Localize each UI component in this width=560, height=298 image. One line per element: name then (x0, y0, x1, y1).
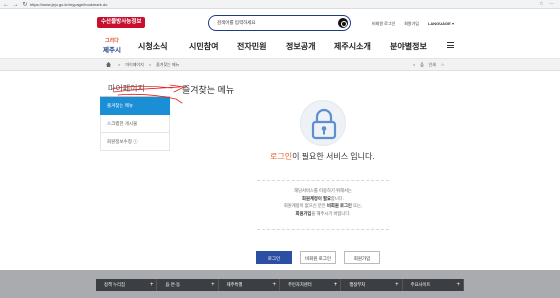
browser-nav-icons[interactable]: ← → ↻ (0, 1, 30, 8)
sidebar-item-edit-profile[interactable]: 회원정보수정 ⓘ (100, 133, 170, 151)
signup-button[interactable]: 회원가입 (344, 251, 380, 264)
browser-toolbar: ← → ↻ https://www.jeju.go.kr/mypage/book… (0, 0, 560, 9)
info-line-3: 회원계정이 없으신 분은 비회원 로그인 또는, (257, 202, 389, 210)
menu-sector-info[interactable]: 분야별정보 (390, 41, 427, 52)
footer-link-ministries[interactable]: 행정부처 + (341, 279, 403, 291)
footer: 정책 누리집 + 읍·면·동 + 제주특별 + 주민자치센터 + 행정부처 + 주요사이트… (0, 270, 560, 298)
breadcrumb: > 마이페이지 > 즐겨찾는 메뉴 < ⎙ 인쇄 ☆ (0, 59, 560, 71)
sidebar-item-scraps[interactable]: 스크랩한 게시물 (100, 115, 170, 133)
info-line-2-suffix: 합니다. (330, 195, 344, 201)
plus-icon: + (211, 282, 215, 288)
info-line-4-a: 회원가입 (295, 210, 312, 216)
login-required-message: 로그인이 필요한 서비스 입니다. (270, 151, 375, 162)
site-logo[interactable]: 그리다 제주시 (101, 37, 123, 56)
footer-link-label: 주요사이트 (410, 282, 431, 287)
footer-link-towns[interactable]: 읍·면·동 + (157, 279, 219, 291)
footer-link-label: 행정부처 (349, 282, 366, 287)
print-icon[interactable]: ⎙ (420, 62, 423, 68)
footer-link-policy[interactable]: 정책 누리집 + (96, 279, 158, 291)
breadcrumb-bookmark[interactable]: 즐겨찾는 메뉴 (156, 62, 179, 68)
logo-line2: 제주시 (103, 47, 121, 54)
login-required-rest: 이 필요한 서비스 입니다. (292, 152, 375, 161)
main-navigation: 그리다 제주시 시청소식 시민참여 전자민원 정보공개 제주시소개 분야별정보 (0, 37, 560, 59)
info-line-3-a: 회원계정이 없으신 분은 (283, 203, 327, 208)
guest-login-link[interactable]: 비회원 로그인 (372, 21, 395, 27)
utility-links: 비회원 로그인 회원가입 LANGUAGE ▾ (372, 21, 454, 27)
info-line-3-b: 비회원 로그인 (326, 203, 352, 208)
login-button[interactable]: 로그인 (256, 251, 292, 264)
print-label[interactable]: 인쇄 (429, 62, 436, 68)
language-select[interactable]: LANGUAGE ▾ (428, 21, 454, 27)
address-bar[interactable]: https://www.jeju.go.kr/mypage/bookmark.d… (30, 1, 539, 8)
page-title: 즐겨찾는 메뉴 (182, 85, 235, 95)
plus-icon: + (272, 282, 276, 288)
sidebar: 즐겨찾는 메뉴 스크랩한 게시물 회원정보수정 ⓘ (100, 96, 170, 151)
share-icon[interactable]: < (413, 62, 415, 68)
breadcrumb-mypage[interactable]: 마이페이지 (125, 62, 143, 68)
menu-information[interactable]: 정보공개 (286, 41, 315, 52)
search-icon[interactable] (338, 18, 348, 28)
bookmark-star-icon[interactable]: ☆ (441, 62, 445, 68)
page-tools: < ⎙ 인쇄 ☆ (413, 62, 445, 68)
plus-icon: + (456, 282, 460, 288)
guest-login-button[interactable]: 비회원 로그인 (300, 251, 336, 264)
info-line-2-bold: 회원계정이 필요 (302, 195, 331, 201)
signup-link[interactable]: 회원가입 (404, 21, 419, 27)
footer-link-jeju[interactable]: 제주특별 + (219, 279, 280, 291)
footer-link-label: 읍·면·동 (165, 282, 181, 287)
footer-links-bar: 정책 누리집 + 읍·면·동 + 제주특별 + 주민자치센터 + 행정부처 + 주요사이트… (96, 279, 464, 291)
info-line-3-c: 또는, (351, 203, 363, 208)
footer-link-label: 주민자치센터 (287, 282, 312, 287)
plus-icon: + (149, 282, 154, 288)
top-header: 수산물방사능정보 검색어를 입력하세요 비회원 로그인 회원가입 LANGUAG… (0, 9, 560, 37)
menu-city-news[interactable]: 시청소식 (138, 41, 167, 52)
sidebar-item-bookmarks[interactable]: 즐겨찾는 메뉴 (100, 97, 170, 115)
sidebar-title: 마이페이지 (108, 84, 145, 93)
menu-e-petition[interactable]: 전자민원 (237, 41, 266, 52)
info-line-1: 해당서비스를 이용하기 위해서는 (294, 188, 352, 193)
login-word: 로그인 (270, 152, 293, 161)
plus-icon: + (333, 282, 338, 288)
home-icon[interactable] (106, 62, 111, 67)
logo-line1: 그리다 (105, 38, 119, 44)
menu-about-city[interactable]: 제주시소개 (334, 41, 371, 52)
info-line-2: 회원계정이 필요합니다. (257, 195, 389, 203)
search-input[interactable]: 검색어를 입력하세요 (217, 20, 256, 26)
footer-link-label: 제주특별 (226, 282, 243, 287)
plus-icon: + (395, 282, 399, 288)
menu-participation[interactable]: 시민참여 (189, 41, 218, 52)
lock-icon (311, 108, 337, 140)
login-info-box: 해당서비스를 이용하기 위해서는 회원계정이 필요합니다. 회원계정이 없으신 … (257, 180, 389, 230)
fishery-radiation-badge[interactable]: 수산물방사능정보 (97, 17, 146, 28)
footer-link-major-sites[interactable]: 주요사이트 + (403, 279, 464, 291)
info-line-4-b: 을 해주시기 바랍니다. (311, 210, 351, 216)
browser-tools-icon[interactable]: ☆ ⋯ (539, 1, 560, 7)
breadcrumb-items: > 마이페이지 > 즐겨찾는 메뉴 (118, 62, 179, 68)
breadcrumb-sep: > (148, 62, 152, 67)
info-line-4: 회원가입을 해주시기 바랍니다. (257, 210, 389, 218)
hamburger-menu-icon[interactable] (447, 42, 454, 48)
footer-link-label: 정책 누리집 (104, 282, 125, 287)
lock-illustration (300, 100, 346, 146)
breadcrumb-sep: > (118, 62, 121, 67)
footer-link-community-center[interactable]: 주민자치센터 + (280, 279, 342, 291)
search-box[interactable]: 검색어를 입력하세요 (208, 15, 351, 31)
